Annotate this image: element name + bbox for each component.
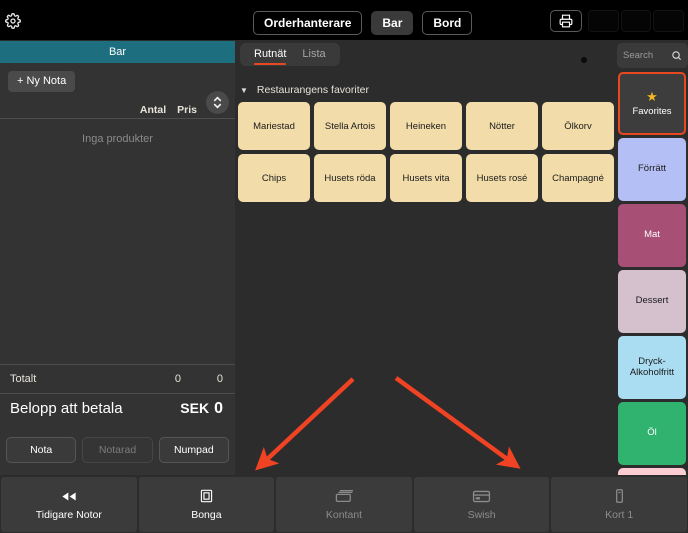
receipt-icon (200, 489, 213, 504)
tab-lista[interactable]: Lista (302, 48, 325, 66)
product-tile[interactable]: Chips (238, 154, 310, 202)
swish-button[interactable]: Swish (413, 477, 550, 532)
notarad-button: Notarad (82, 437, 153, 463)
product-tile[interactable]: Champagné (542, 154, 614, 202)
category-label: Dessert (635, 295, 669, 307)
dimmed-button-3[interactable] (653, 10, 685, 32)
bottom-bar: Tidigare Notor Bonga Kontant Swish Kort … (0, 476, 688, 533)
order-items-area[interactable]: Inga produkter (0, 119, 235, 364)
view-tabs: Rutnät Lista (240, 43, 340, 66)
product-tile[interactable]: Nötter (466, 102, 538, 150)
category-favorites[interactable]: ★ Favorites (618, 72, 686, 135)
kontant-button[interactable]: Kontant (276, 477, 412, 532)
category-dessert[interactable]: Dessert (618, 270, 686, 333)
gear-icon (5, 13, 21, 29)
payable-amount: 0 (214, 400, 223, 417)
dimmed-button-1[interactable] (588, 10, 619, 32)
category-partial[interactable] (618, 468, 686, 475)
note-action-buttons: Nota Notarad Numpad (0, 432, 235, 463)
category-label: Favorites (632, 105, 672, 117)
category-label: Öl (647, 427, 657, 439)
total-price: 0 (216, 373, 223, 385)
column-header-price: Pris (177, 104, 197, 116)
payable-currency: SEK (180, 400, 210, 416)
total-row: Totalt 0 0 (0, 365, 235, 393)
star-icon: ★ (646, 88, 658, 104)
tidigare-notor-button[interactable]: Tidigare Notor (1, 477, 137, 532)
product-group-header[interactable]: ▼ Restaurangens favoriter (240, 84, 369, 96)
order-list-stepper-button[interactable] (206, 91, 229, 114)
product-tile[interactable]: Mariestad (238, 102, 310, 150)
orderhanterare-button[interactable]: Orderhanterare (253, 11, 363, 35)
bottom-item-label: Kontant (325, 508, 363, 521)
total-label: Totalt (10, 373, 37, 385)
search-icon (672, 51, 682, 61)
product-tile[interactable]: Husets röda (314, 154, 386, 202)
product-tile[interactable]: Husets vita (390, 154, 462, 202)
chevron-up-down-icon (213, 96, 222, 109)
rewind-icon (61, 489, 77, 504)
category-label: Dryck- Alkoholfritt (629, 355, 675, 378)
search-input[interactable]: Search (623, 50, 668, 61)
category-ol[interactable]: Öl (618, 402, 686, 465)
printer-icon (559, 14, 573, 28)
category-rail: Search ★ Favorites Förrätt Mat Dessert D… (617, 41, 688, 475)
numpad-button[interactable]: Numpad (158, 437, 229, 463)
product-tile[interactable]: Ölkorv (542, 102, 614, 150)
bonga-button[interactable]: Bonga (138, 477, 275, 532)
kort-1-button[interactable]: Kort 1 (551, 477, 687, 532)
new-note-button[interactable]: + Ny Nota (8, 71, 76, 92)
product-tile[interactable]: Husets rosé (466, 154, 538, 202)
order-panel: Bar + Ny Nota Antal Pris Inga produkter … (0, 41, 235, 475)
payable-row: Belopp att betala SEK 0 (0, 394, 235, 432)
dimmed-button-2[interactable] (620, 10, 652, 32)
cash-icon (335, 489, 353, 504)
bottom-item-label: Bonga (191, 508, 222, 521)
bottom-item-label: Tidigare Notor (35, 508, 102, 521)
main-content: Rutnät Lista ▼ Restaurangens favoriter M… (236, 41, 616, 475)
bottom-item-label: Swish (467, 508, 496, 521)
card-icon (472, 489, 491, 504)
bar-button[interactable]: Bar (371, 11, 414, 35)
category-forratt[interactable]: Förrätt (618, 138, 686, 201)
column-header-qty: Antal (139, 104, 167, 116)
product-tile[interactable]: Heineken (390, 102, 462, 150)
empty-products-message: Inga produkter (82, 133, 153, 145)
order-panel-header: Bar (0, 41, 235, 63)
top-bar: Orderhanterare Bar Bord (0, 0, 688, 40)
settings-gear-button[interactable] (4, 12, 22, 30)
category-dryck-alkoholfritt[interactable]: Dryck- Alkoholfritt (618, 336, 686, 399)
product-grid: Mariestad Stella Artois Heineken Nötter … (238, 102, 614, 202)
product-group-title: Restaurangens favoriter (256, 84, 369, 96)
tab-rutnat[interactable]: Rutnät (254, 48, 287, 66)
top-nav-buttons: Orderhanterare Bar Bord (253, 11, 473, 35)
order-column-headers: Antal Pris (0, 91, 235, 118)
category-label: Förrätt (638, 163, 666, 175)
print-button[interactable] (550, 10, 582, 32)
terminal-icon (615, 489, 624, 504)
dimmed-button-group (588, 10, 685, 32)
total-quantity: 0 (174, 373, 181, 385)
category-label: Mat (644, 229, 660, 241)
bord-button[interactable]: Bord (422, 11, 473, 35)
pos-screen: Orderhanterare Bar Bord Bar + Ny Nota An… (0, 0, 688, 533)
bottom-item-label: Kort 1 (605, 508, 634, 521)
product-tile[interactable]: Stella Artois (314, 102, 386, 150)
caret-down-icon: ▼ (240, 85, 248, 95)
status-dot (581, 57, 587, 63)
nota-button[interactable]: Nota (6, 437, 77, 463)
new-note-row: + Ny Nota (0, 63, 235, 92)
payable-label: Belopp att betala (10, 400, 123, 417)
search-box[interactable]: Search (617, 43, 688, 68)
category-mat[interactable]: Mat (618, 204, 686, 267)
